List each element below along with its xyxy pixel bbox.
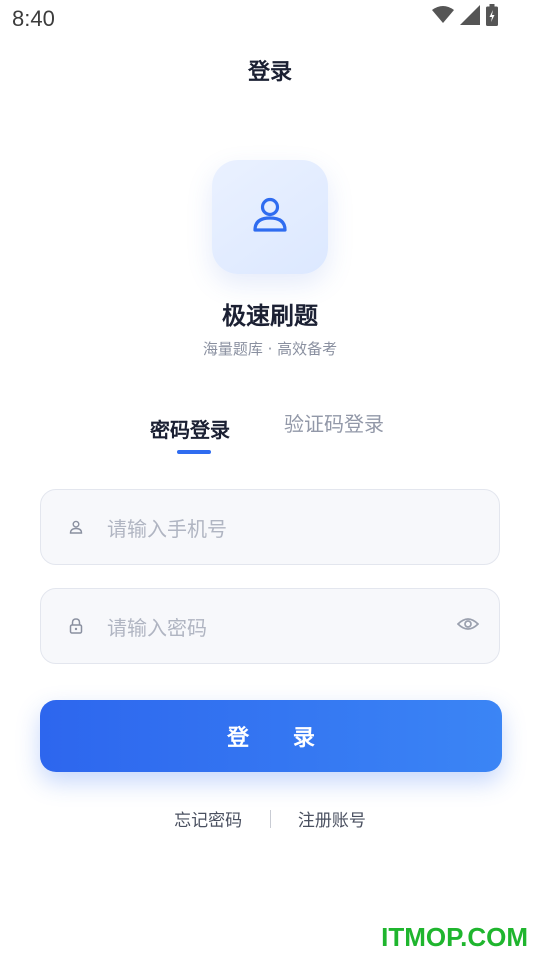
- watermark: ITMOP.COM: [381, 922, 528, 952]
- login-button[interactable]: 登 录: [40, 700, 502, 772]
- user-icon: [251, 196, 289, 238]
- tab-code-login[interactable]: 验证码登录: [284, 408, 384, 437]
- phone-input[interactable]: [105, 508, 449, 550]
- battery-icon: [486, 4, 498, 30]
- links-divider: [269, 809, 271, 828]
- page-title: 登录: [247, 60, 292, 85]
- wifi-icon: [432, 6, 454, 28]
- eye-icon[interactable]: [456, 616, 480, 636]
- phone-field[interactable]: [40, 489, 500, 565]
- password-field[interactable]: [40, 588, 500, 664]
- active-tab-indicator: [177, 450, 211, 454]
- forgot-password-link[interactable]: 忘记密码: [174, 806, 242, 831]
- register-link[interactable]: 注册账号: [298, 806, 366, 831]
- user-icon: [69, 519, 83, 538]
- app-logo: [212, 160, 328, 274]
- signal-icon: [460, 5, 480, 29]
- status-bar: 8:40: [0, 0, 540, 38]
- app-name: 极速刷题: [222, 302, 318, 330]
- password-input[interactable]: [105, 607, 449, 649]
- app-slogan: 海量题库 · 高效备考: [202, 340, 338, 358]
- tab-password-login[interactable]: 密码登录: [150, 414, 230, 443]
- status-time: 8:40: [12, 6, 55, 31]
- lock-icon: [69, 618, 83, 638]
- status-icons: [432, 4, 498, 30]
- auth-links: 忘记密码 注册账号: [0, 806, 540, 831]
